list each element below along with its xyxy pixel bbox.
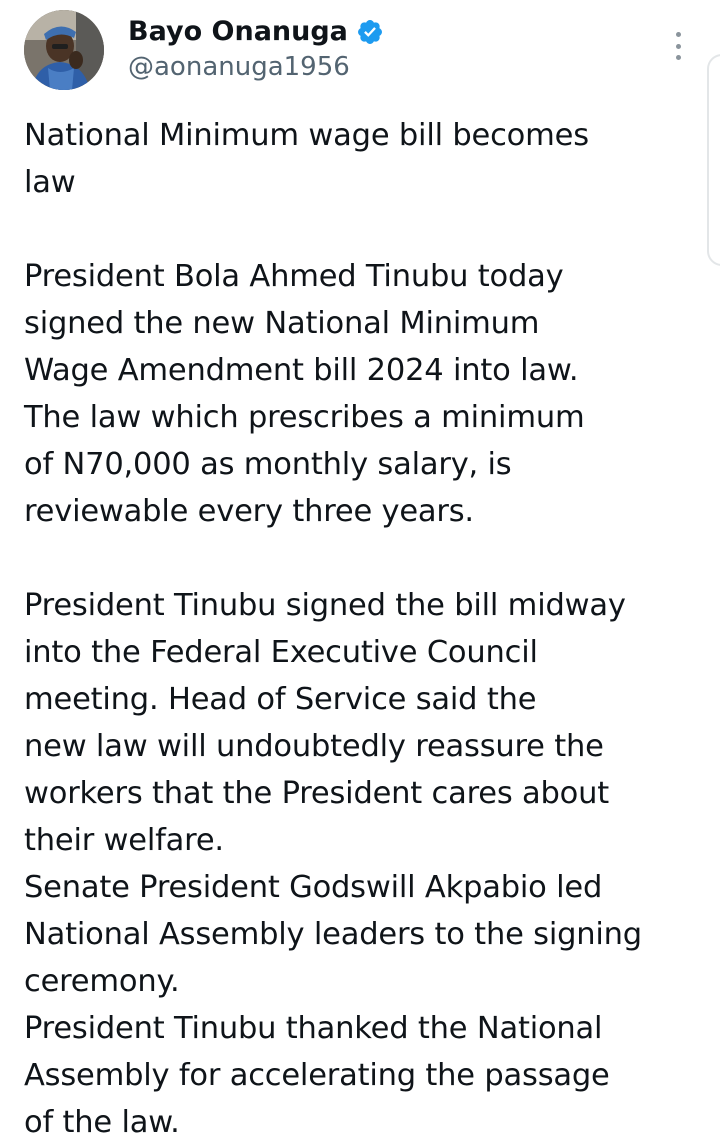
tweet-text-line: new law will undoubtedly reassure the [24, 729, 604, 764]
tweet-text-line: ceremony. [24, 964, 180, 999]
more-dot [675, 55, 681, 60]
tweet-text-line: reviewable every three years. [24, 494, 474, 529]
tweet-text-line: meeting. Head of Service said the [24, 682, 537, 717]
tweet-text-line: President Bola Ahmed Tinubu today [24, 259, 564, 294]
tweet-text-line: Senate President Godswill Akpabio led [24, 870, 603, 905]
tweet-text-line: President Tinubu signed the bill midway [24, 588, 626, 623]
tweet-text-line: into the Federal Executive Council [24, 635, 538, 670]
avatar-image [24, 10, 104, 90]
tweet-text: National Minimum wage bill becomes law P… [24, 112, 704, 1139]
author-name-row: Bayo Onanuga [128, 14, 384, 50]
tweet-text-line: workers that the President cares about [24, 776, 610, 811]
more-dot [675, 32, 681, 37]
tweet-text-line: National Minimum wage bill becomes [24, 118, 589, 153]
author-handle[interactable]: @aonanuga1956 [128, 50, 350, 84]
tweet-card: Bayo Onanuga @aonanuga1956 National Mini… [0, 0, 720, 1139]
tweet-text-line: of the law. [24, 1105, 180, 1139]
tweet-text-line: Assembly for accelerating the passage [24, 1058, 610, 1093]
tweet-text-line: Wage Amendment bill 2024 into law. [24, 353, 579, 388]
side-scroll-handle[interactable] [707, 54, 720, 266]
tweet-text-line: of N70,000 as monthly salary, is [24, 447, 512, 482]
tweet-text-line: President Tinubu thanked the National [24, 1011, 603, 1046]
author-avatar[interactable] [24, 10, 104, 90]
more-dot [675, 43, 681, 49]
tweet-text-line: National Assembly leaders to the signing [24, 917, 642, 952]
author-display-name[interactable]: Bayo Onanuga [128, 14, 348, 50]
tweet-text-line: The law which prescribes a minimum [24, 400, 585, 435]
tweet-text-line: law [24, 165, 76, 200]
tweet-text-line: signed the new National Minimum [24, 306, 540, 341]
tweet-text-line: their welfare. [24, 823, 224, 858]
verified-badge-icon [356, 18, 384, 46]
more-options-icon[interactable] [666, 28, 690, 64]
